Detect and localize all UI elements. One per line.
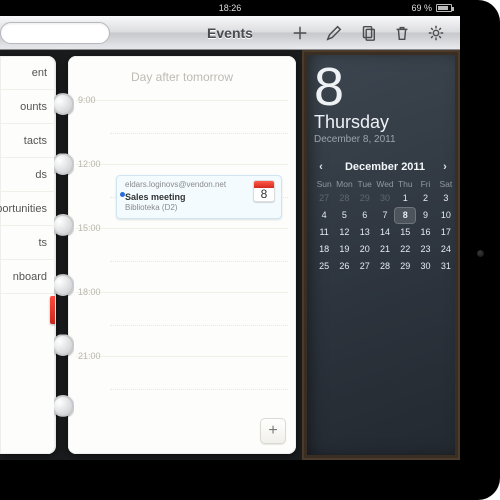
mini-cal-day[interactable]: 28 bbox=[375, 259, 395, 274]
page-title: Events bbox=[0, 25, 460, 41]
calendar-date-icon: 8 bbox=[253, 180, 275, 202]
mini-cal-day[interactable]: 7 bbox=[375, 208, 395, 223]
mini-cal-dow: Mon bbox=[334, 179, 354, 189]
mini-cal-day[interactable]: 15 bbox=[395, 225, 415, 240]
hour-row: 15:00 bbox=[76, 228, 288, 292]
mini-cal-day[interactable]: 26 bbox=[334, 259, 354, 274]
mini-cal-day[interactable]: 4 bbox=[314, 208, 334, 223]
mini-cal-dow: Sat bbox=[436, 179, 456, 189]
mini-cal-dow: Fri bbox=[415, 179, 435, 189]
mini-cal-day[interactable]: 27 bbox=[314, 191, 334, 206]
sidebar-item[interactable]: ent bbox=[0, 56, 55, 90]
mini-cal-day[interactable]: 27 bbox=[355, 259, 375, 274]
sidebar-item[interactable]: tacts bbox=[0, 124, 55, 158]
next-month-button[interactable]: › bbox=[438, 161, 452, 173]
add-event-button[interactable]: + bbox=[260, 418, 286, 444]
sidebar-item[interactable]: ounts bbox=[0, 90, 55, 124]
status-bar: 18:26 69 % bbox=[0, 0, 460, 16]
mini-cal-day[interactable]: 16 bbox=[415, 225, 435, 240]
mini-cal-dow: Wed bbox=[375, 179, 395, 189]
ipad-frame: 18:26 69 % Events bbox=[0, 0, 500, 500]
mini-cal-day[interactable]: 22 bbox=[395, 242, 415, 257]
date-panel: 8 Thursday December 8, 2011 ‹ December 2… bbox=[302, 50, 460, 460]
mini-cal-day[interactable]: 2 bbox=[415, 191, 435, 206]
mini-cal-day[interactable]: 13 bbox=[355, 225, 375, 240]
binder-rings bbox=[52, 74, 76, 436]
mini-cal-dow: Thu bbox=[395, 179, 415, 189]
sidebar-item[interactable]: portunities bbox=[0, 192, 55, 226]
full-date-label: December 8, 2011 bbox=[314, 134, 460, 145]
day-timeline[interactable]: 9:0012:0015:0018:0021:00 eldars.loginovs… bbox=[76, 100, 288, 418]
mini-cal-day[interactable]: 30 bbox=[375, 191, 395, 206]
mini-cal-day[interactable]: 31 bbox=[436, 259, 456, 274]
mini-cal-day[interactable]: 25 bbox=[314, 259, 334, 274]
sidebar-item[interactable]: nboard bbox=[0, 260, 55, 294]
event-status-dot bbox=[120, 192, 125, 197]
mini-cal-day[interactable]: 17 bbox=[436, 225, 456, 240]
mini-cal-day[interactable]: 29 bbox=[395, 259, 415, 274]
mini-cal-day[interactable]: 14 bbox=[375, 225, 395, 240]
hour-label: 15:00 bbox=[78, 223, 101, 233]
sidebar-item[interactable]: ds bbox=[0, 158, 55, 192]
hour-row: 9:00 bbox=[76, 100, 288, 164]
mini-cal-day[interactable]: 10 bbox=[436, 208, 456, 223]
title-bar: Events bbox=[0, 16, 460, 50]
mini-cal-day[interactable]: 9 bbox=[415, 208, 435, 223]
event-location: Biblioteka (D2) bbox=[125, 203, 275, 214]
main-area: entountstactsdsportunitiestsnboard Day a… bbox=[0, 50, 460, 460]
mini-cal-day[interactable]: 23 bbox=[415, 242, 435, 257]
hour-row: 21:00 bbox=[76, 356, 288, 420]
hour-label: 18:00 bbox=[78, 287, 101, 297]
big-day-number: 8 bbox=[314, 60, 460, 114]
mini-calendar: ‹ December 2011 › SunMonTueWedThuFriSat2… bbox=[314, 161, 456, 274]
mini-cal-day[interactable]: 1 bbox=[395, 191, 415, 206]
notebook-left-page: entountstactsdsportunitiestsnboard bbox=[0, 56, 56, 454]
status-time: 18:26 bbox=[0, 0, 460, 16]
mini-cal-day[interactable]: 8 bbox=[395, 208, 415, 223]
sidebar-item[interactable]: ts bbox=[0, 226, 55, 260]
mini-cal-day[interactable]: 5 bbox=[334, 208, 354, 223]
mini-cal-day[interactable]: 11 bbox=[314, 225, 334, 240]
mini-cal-day[interactable]: 21 bbox=[375, 242, 395, 257]
mini-cal-day[interactable]: 19 bbox=[334, 242, 354, 257]
battery-icon bbox=[436, 4, 452, 12]
day-heading: Day after tomorrow bbox=[68, 56, 296, 90]
hour-label: 12:00 bbox=[78, 159, 101, 169]
notebook-right-page: Day after tomorrow 9:0012:0015:0018:0021… bbox=[68, 56, 296, 454]
mini-cal-day[interactable]: 6 bbox=[355, 208, 375, 223]
camera-dot bbox=[477, 250, 484, 257]
hour-label: 21:00 bbox=[78, 351, 101, 361]
mini-cal-day[interactable]: 29 bbox=[355, 191, 375, 206]
mini-cal-title: December 2011 bbox=[345, 161, 425, 173]
mini-cal-day[interactable]: 28 bbox=[334, 191, 354, 206]
mini-cal-day[interactable]: 12 bbox=[334, 225, 354, 240]
mini-cal-day[interactable]: 20 bbox=[355, 242, 375, 257]
hour-label: 9:00 bbox=[78, 95, 96, 105]
mini-cal-day[interactable]: 18 bbox=[314, 242, 334, 257]
screen: 18:26 69 % Events bbox=[0, 0, 460, 460]
prev-month-button[interactable]: ‹ bbox=[314, 161, 328, 173]
mini-cal-dow: Sun bbox=[314, 179, 334, 189]
hour-row: 18:00 bbox=[76, 292, 288, 356]
notebook: entountstactsdsportunitiestsnboard Day a… bbox=[0, 50, 302, 460]
weekday-label: Thursday bbox=[314, 112, 460, 133]
calendar-event[interactable]: eldars.loginovs@vendon.net Sales meeting… bbox=[116, 175, 282, 219]
mini-cal-dow: Tue bbox=[355, 179, 375, 189]
mini-cal-day[interactable]: 3 bbox=[436, 191, 456, 206]
mini-cal-day[interactable]: 30 bbox=[415, 259, 435, 274]
mini-cal-day[interactable]: 24 bbox=[436, 242, 456, 257]
